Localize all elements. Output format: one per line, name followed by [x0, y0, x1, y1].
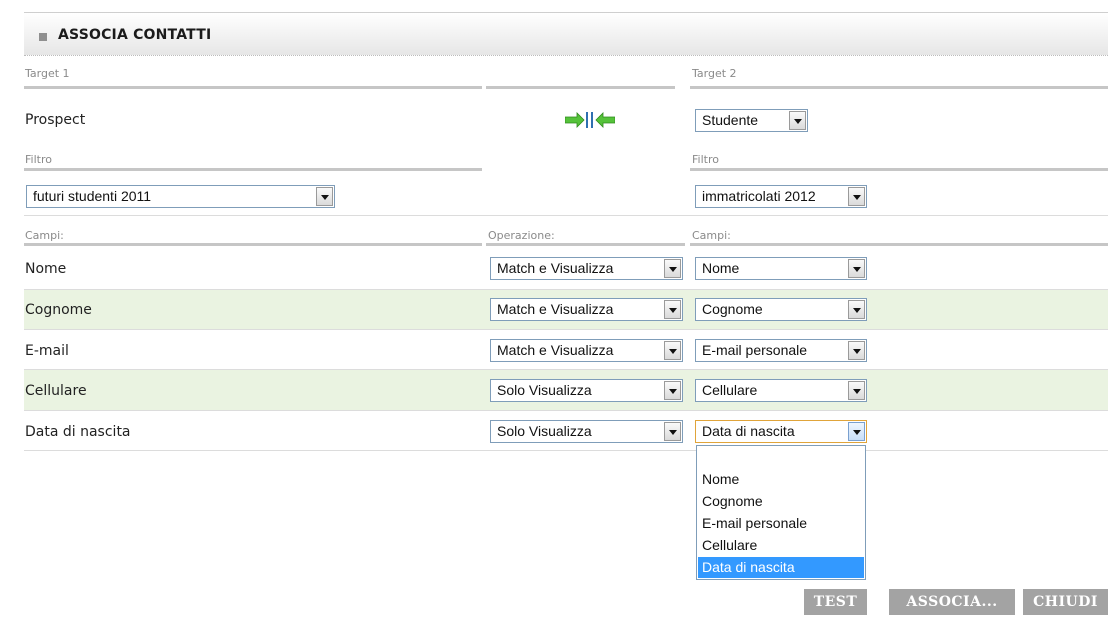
chevron-down-icon[interactable] [664, 300, 681, 319]
operation-select[interactable]: Match e Visualizza [490, 298, 683, 321]
target-field-select-value: E-mail personale [702, 342, 808, 358]
chevron-down-icon[interactable] [664, 341, 681, 360]
test-button[interactable]: TEST [804, 589, 867, 615]
target2-underline [690, 86, 1108, 89]
chevron-down-icon[interactable] [664, 422, 681, 441]
chevron-down-icon[interactable] [848, 259, 865, 278]
target-field-select-value: Data di nascita [702, 423, 795, 439]
operation-select[interactable]: Solo Visualizza [490, 379, 683, 402]
filter1-underline [24, 168, 482, 171]
operation-select-value: Match e Visualizza [497, 342, 614, 358]
target-field-select[interactable]: Cognome [695, 298, 867, 321]
operation-select-value: Match e Visualizza [497, 301, 614, 317]
fields2-header: Campi: [692, 229, 731, 242]
operation-select[interactable]: Match e Visualizza [490, 339, 683, 362]
dropdown-option[interactable]: Cellulare [698, 535, 864, 556]
panel-title: ASSOCIA CONTATTI [58, 27, 212, 43]
chevron-down-icon[interactable] [789, 111, 806, 130]
chevron-down-icon[interactable] [848, 341, 865, 360]
target1-label: Target 1 [25, 67, 70, 80]
square-bullet-icon [39, 33, 47, 41]
target-field-select[interactable]: Nome [695, 257, 867, 280]
chevron-down-icon[interactable] [848, 187, 865, 206]
target2-select-value: Studente [702, 112, 759, 128]
target-field-select[interactable]: Cellulare [695, 379, 867, 402]
chevron-down-icon[interactable] [848, 422, 865, 441]
row-field-label: Cognome [25, 302, 92, 318]
operation-select-value: Solo Visualizza [497, 382, 592, 398]
fields1-header: Campi: [25, 229, 64, 242]
row-divider [24, 410, 1108, 411]
operation-select[interactable]: Solo Visualizza [490, 420, 683, 443]
target1-value: Prospect [25, 112, 86, 128]
operation-select-value: Match e Visualizza [497, 260, 614, 276]
target-field-select-value: Cellulare [702, 382, 758, 398]
target1-underline [24, 86, 482, 89]
target-field-select-open[interactable]: Data di nascita [695, 420, 867, 443]
dropdown-option[interactable]: Nome [698, 469, 864, 490]
chevron-down-icon[interactable] [316, 187, 333, 206]
row-divider [24, 450, 1108, 451]
filter1-label: Filtro [25, 153, 52, 166]
row-field-label: Data di nascita [25, 424, 131, 440]
target-field-dropdown-list[interactable]: Nome Cognome E-mail personale Cellulare … [696, 445, 866, 580]
target-field-select-value: Cognome [702, 301, 763, 317]
panel-header: ASSOCIA CONTATTI [24, 12, 1108, 56]
chiudi-button[interactable]: CHIUDI [1023, 589, 1108, 615]
chevron-down-icon[interactable] [848, 300, 865, 319]
operation-underline [486, 243, 685, 246]
row-field-label: Nome [25, 261, 67, 277]
associa-button[interactable]: ASSOCIA... [889, 589, 1015, 615]
fields2-underline [690, 243, 1108, 246]
target-field-select[interactable]: E-mail personale [695, 339, 867, 362]
dropdown-option-empty[interactable] [698, 447, 864, 468]
filter2-underline [690, 168, 1108, 171]
operation-header: Operazione: [488, 229, 555, 242]
row-field-label: Cellulare [25, 383, 87, 399]
chevron-down-icon[interactable] [664, 259, 681, 278]
row-field-label: E-mail [25, 343, 69, 359]
dropdown-option[interactable]: E-mail personale [698, 513, 864, 534]
operation-select-value: Solo Visualizza [497, 423, 592, 439]
filter2-select[interactable]: immatricolati 2012 [695, 185, 867, 208]
filter2-select-value: immatricolati 2012 [702, 188, 816, 204]
divider [24, 215, 1108, 216]
dropdown-option-selected[interactable]: Data di nascita [698, 557, 864, 578]
target2-label: Target 2 [692, 67, 737, 80]
merge-arrows-icon [565, 112, 615, 128]
chevron-down-icon[interactable] [664, 381, 681, 400]
target-field-select-value: Nome [702, 260, 740, 276]
filter1-select-value: futuri studenti 2011 [33, 188, 152, 204]
dropdown-option[interactable]: Cognome [698, 491, 864, 512]
filter2-label: Filtro [692, 153, 719, 166]
chevron-down-icon[interactable] [848, 381, 865, 400]
row-divider [24, 329, 1108, 330]
operation-select[interactable]: Match e Visualizza [490, 257, 683, 280]
fields1-underline [24, 243, 482, 246]
target2-select[interactable]: Studente [695, 109, 808, 132]
filter1-select[interactable]: futuri studenti 2011 [26, 185, 335, 208]
middle-underline [486, 86, 675, 89]
